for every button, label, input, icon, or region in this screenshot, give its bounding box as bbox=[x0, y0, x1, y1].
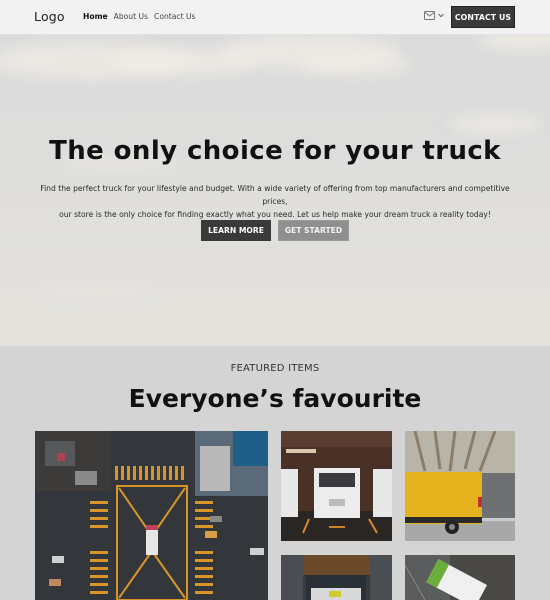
nav-about-us[interactable]: About Us bbox=[114, 12, 148, 21]
featured-label: FEATURED ITEMS bbox=[230, 363, 320, 374]
hero-buttons: LEARN MORE GET STARTED bbox=[201, 220, 349, 241]
featured-image-covered-passage[interactable] bbox=[281, 555, 392, 600]
cloud-decoration bbox=[300, 53, 410, 75]
nav-contact-us[interactable]: Contact Us bbox=[154, 12, 195, 21]
hero-subtitle-line: Find the perfect truck for your lifestyl… bbox=[40, 184, 510, 206]
hero-section: The only choice for your truck Find the … bbox=[0, 35, 550, 346]
featured-image-yellow-van[interactable] bbox=[405, 431, 515, 541]
chevron-down-icon bbox=[438, 13, 444, 18]
featured-title: Everyone’s favourite bbox=[128, 384, 422, 413]
main-nav: Home About Us Contact Us bbox=[83, 12, 196, 21]
hero-title: The only choice for your truck bbox=[49, 136, 501, 166]
featured-image-aerial-intersection[interactable] bbox=[35, 431, 268, 600]
featured-image-garage-trucks[interactable] bbox=[281, 431, 392, 541]
cloud-decoration bbox=[450, 115, 540, 133]
get-started-button[interactable]: GET STARTED bbox=[278, 220, 349, 241]
hero-subtitle: Find the perfect truck for your lifestyl… bbox=[30, 182, 520, 221]
logo[interactable]: Logo bbox=[34, 9, 65, 24]
language-selector[interactable] bbox=[424, 11, 444, 20]
featured-section: FEATURED ITEMS Everyone’s favourite bbox=[0, 346, 550, 600]
site-header: Logo Home About Us Contact Us CONTACT US bbox=[0, 0, 550, 35]
nav-home[interactable]: Home bbox=[83, 12, 108, 21]
cloud-decoration bbox=[480, 35, 550, 51]
mail-flag-icon bbox=[424, 11, 435, 20]
cloud-decoration bbox=[40, 285, 150, 297]
learn-more-button[interactable]: LEARN MORE bbox=[201, 220, 271, 241]
contact-us-button[interactable]: CONTACT US bbox=[451, 6, 515, 28]
featured-image-green-truck[interactable] bbox=[405, 555, 515, 600]
